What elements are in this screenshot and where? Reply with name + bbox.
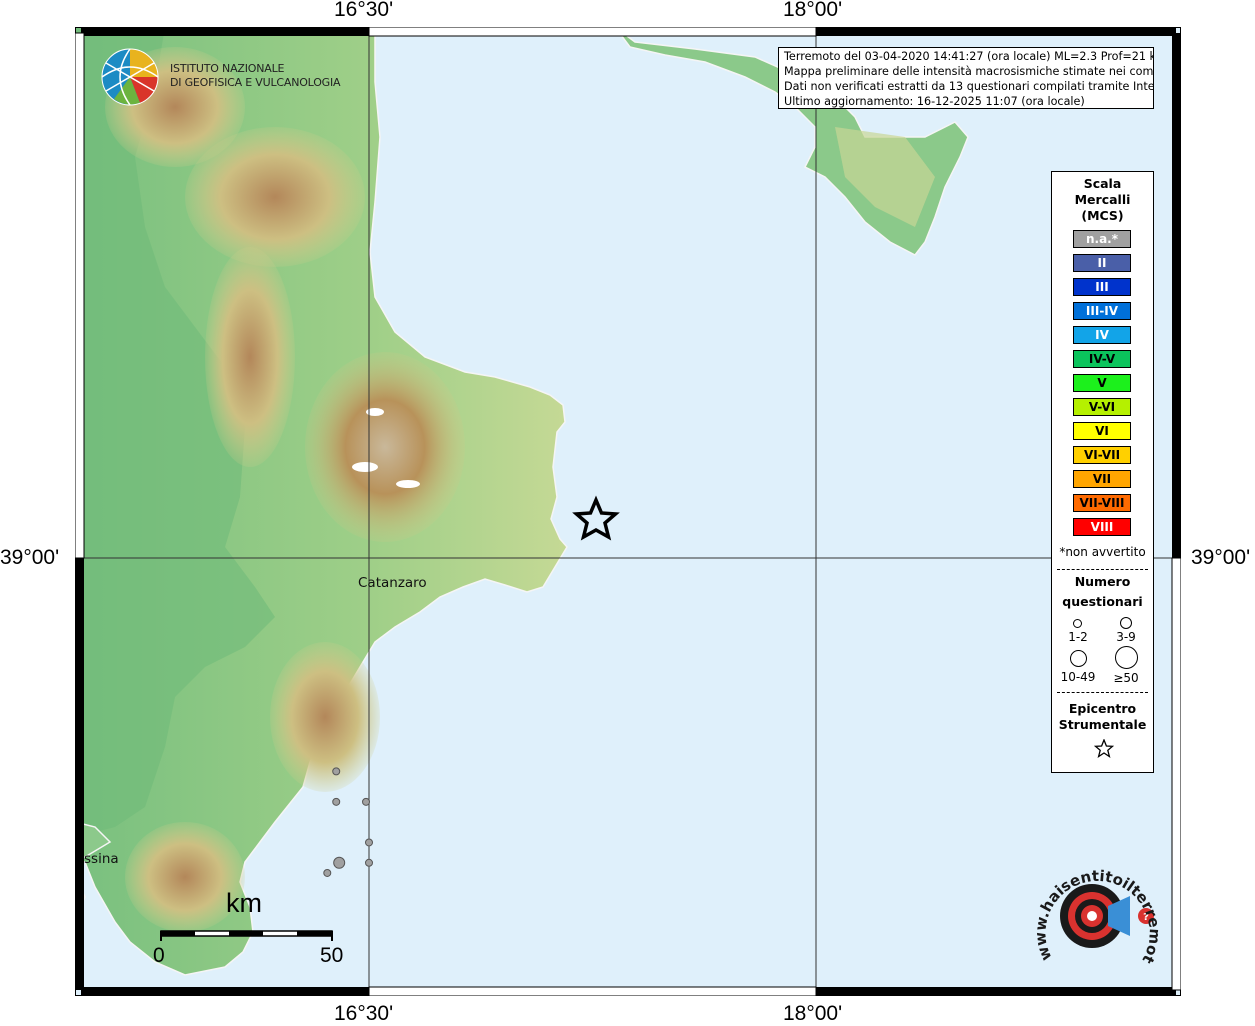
mountains-serre	[270, 642, 380, 792]
info-line3: Dati non verificati estratti da 13 quest…	[784, 80, 1154, 93]
intensity-swatch: V-VI	[1073, 398, 1131, 416]
questionnaire-point	[332, 767, 341, 776]
intensity-swatch: VI-VII	[1073, 446, 1131, 464]
intensity-swatch: III-IV	[1073, 302, 1131, 320]
questionnaire-point	[365, 858, 373, 867]
coord-right-lat: 39°00'	[1191, 546, 1251, 569]
intensity-swatch: VI	[1073, 422, 1131, 440]
intensity-swatch: IV	[1073, 326, 1131, 344]
intensity-swatch: III	[1073, 278, 1131, 296]
legend-title-3: (MCS)	[1081, 208, 1124, 223]
coord-top-right: 18°00'	[783, 0, 843, 21]
intensity-swatch: VII-VIII	[1073, 494, 1131, 512]
size-circle-10-49	[1070, 650, 1087, 667]
questionnaire-point	[323, 868, 332, 877]
size-circle-50	[1115, 646, 1138, 669]
ingv-logo-icon	[101, 48, 159, 106]
info-line4: Ultimo aggiornamento: 16-12-2025 11:07 (…	[784, 95, 1085, 108]
legend-note: *non avvertito	[1059, 545, 1146, 559]
questionnaire-point	[333, 856, 346, 869]
legend-num-title-2: questionari	[1062, 594, 1143, 609]
mountains-sila	[305, 352, 465, 542]
legend-epi-title-2: Strumentale	[1058, 717, 1147, 732]
legend-num-title-1: Numero	[1074, 574, 1131, 589]
legend-epi-title-1: Epicentro	[1068, 701, 1137, 716]
lake-2	[352, 462, 378, 472]
info-line1: Terremoto del 03-04-2020 14:41:27 (ora l…	[784, 50, 1154, 63]
intensity-swatch: VIII	[1073, 518, 1131, 536]
questionnaire-point	[362, 797, 371, 806]
coord-bottom-right: 18°00'	[783, 1002, 843, 1025]
coord-top-left: 16°30'	[334, 0, 394, 21]
legend-star-icon	[1094, 739, 1114, 758]
questionnaire-point	[332, 797, 341, 806]
size-label-50: ≥50	[1113, 671, 1139, 685]
intensity-swatch: V	[1073, 374, 1131, 392]
legend-title-2: Mercalli	[1074, 192, 1131, 207]
scale-unit: km	[226, 888, 262, 918]
ingv-line1: ISTITUTO NAZIONALE	[170, 62, 285, 75]
lake-3	[396, 480, 420, 488]
intensity-swatch: n.a.*	[1073, 230, 1131, 248]
ingv-logo-text: ISTITUTO NAZIONALE DI GEOFISICA E VULCAN…	[170, 62, 341, 90]
questionnaire-point	[365, 838, 373, 847]
size-label-10-49: 10-49	[1060, 670, 1096, 684]
info-line2: Mappa preliminare delle intensità macros…	[784, 65, 1154, 78]
size-circle-3-9	[1120, 617, 1132, 629]
size-circle-1-2	[1073, 619, 1082, 628]
event-info-box: Terremoto del 03-04-2020 14:41:27 (ora l…	[778, 47, 1154, 109]
intensity-swatch: VII	[1073, 470, 1131, 488]
legend-title-1: Scala	[1083, 176, 1122, 191]
intensity-map	[75, 27, 1181, 996]
intensity-swatch: II	[1073, 254, 1131, 272]
coord-left-lat: 39°00'	[0, 546, 60, 569]
scale-end: 50	[320, 944, 344, 967]
coord-bottom-left: 16°30'	[334, 1002, 394, 1025]
mountains-coastal	[205, 247, 295, 467]
intensity-swatch: IV-V	[1073, 350, 1131, 368]
city-label-catanzaro: Catanzaro	[358, 575, 427, 591]
size-label-1-2: 1-2	[1068, 630, 1088, 644]
hst-logo-icon: ? www.haisentitoilterremoto.it	[1030, 858, 1164, 967]
size-label-3-9: 3-9	[1116, 630, 1136, 644]
ingv-line2: DI GEOFISICA E VULCANOLOGIA	[170, 76, 341, 89]
city-label-messina: ssina	[84, 851, 119, 867]
scale-start: 0	[153, 944, 165, 967]
legend: Scala Mercalli (MCS) n.a.* II III III-IV IV I…	[1051, 171, 1154, 773]
